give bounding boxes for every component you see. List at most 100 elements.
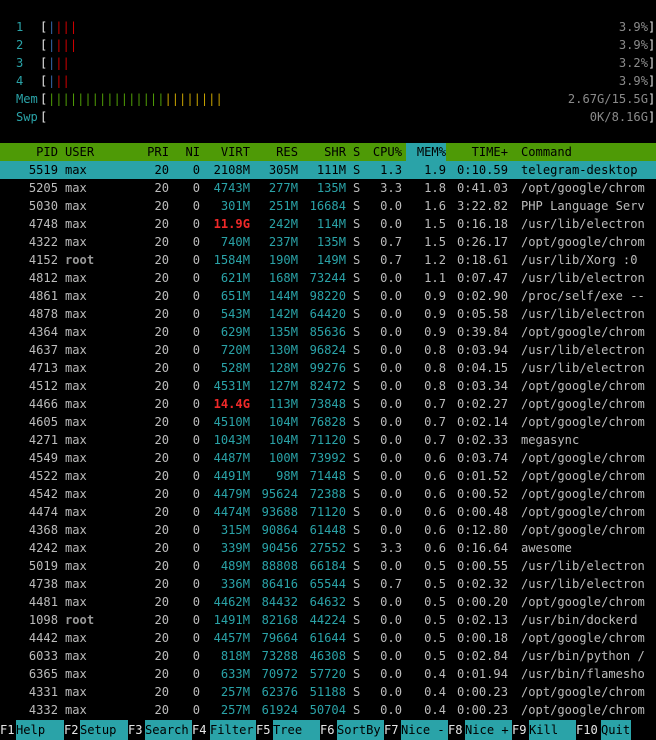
- proc-pri: 20: [154, 163, 169, 177]
- process-row[interactable]: 5205 max 20 0 4743M 277M 135M S 3.3 1.8 0:41.03/op…: [0, 179, 656, 197]
- proc-nice: 0: [192, 595, 200, 609]
- fkey-label-sortby[interactable]: SortBy: [337, 720, 384, 740]
- col-pri[interactable]: PRI: [130, 143, 169, 161]
- proc-pid: 5205: [28, 181, 58, 195]
- col-cpu[interactable]: CPU%: [362, 143, 402, 161]
- fkey-label-nice[interactable]: Nice +: [465, 720, 512, 740]
- col-command[interactable]: Command: [521, 143, 572, 161]
- process-row[interactable]: 4522 max 20 0 4491M 98M 71448 S 0.0 0.6 0:01.52/op…: [0, 467, 656, 485]
- col-shr[interactable]: SHR: [298, 143, 346, 161]
- process-row[interactable]: 4466 max 20 0 14.4G 113M 73848 S 0.0 0.7 0:02.27/o…: [0, 395, 656, 413]
- col-user[interactable]: USER: [65, 143, 94, 161]
- col-res[interactable]: RES: [250, 143, 298, 161]
- proc-cpu: 0.7: [380, 577, 402, 591]
- col-pid[interactable]: PID: [0, 143, 58, 161]
- process-row[interactable]: 5030 max 20 0 301M 251M 16684 S 0.0 1.6 3:22.82 PHP…: [0, 197, 656, 215]
- process-row[interactable]: 4738 max 20 0 336M 86416 65544 S 0.7 0.5 0:02.32/u…: [0, 575, 656, 593]
- fkey-f7[interactable]: F7: [384, 720, 399, 740]
- fkey-label-search[interactable]: Search: [145, 720, 192, 740]
- cpu-meter-percent: 3.9%: [618, 20, 648, 34]
- fkey-label-quit[interactable]: Quit: [601, 720, 631, 740]
- proc-command: telegram-desktop: [521, 163, 638, 177]
- col-ni[interactable]: NI: [170, 143, 200, 161]
- proc-virt: 4743M: [213, 181, 250, 195]
- proc-time: 0:02.84: [457, 649, 508, 663]
- process-row[interactable]: 4271 max 20 0 1043M 104M 71120 S 0.0 0.7 0:02.33 me…: [0, 431, 656, 449]
- column-header[interactable]: PID USER PRI NI VIRT RES SHR S CPU% MEM%…: [0, 143, 656, 161]
- process-row[interactable]: 4368 max 20 0 315M 90864 61448 S 0.0 0.6 0:12.80/o…: [0, 521, 656, 539]
- fkey-label-tree[interactable]: Tree: [273, 720, 320, 740]
- process-row[interactable]: 1098 root 20 0 1491M 82168 44224 S 0.0 0.5 0:02.13…: [0, 611, 656, 629]
- process-row[interactable]: 4713 max 20 0 528M 128M 99276 S 0.0 0.8 0:04.15/us…: [0, 359, 656, 377]
- fkey-f6[interactable]: F6: [320, 720, 335, 740]
- process-row[interactable]: 4322 max 20 0 740M 237M 135M S 0.7 1.5 0:26.17/opt…: [0, 233, 656, 251]
- proc-shr: 135M: [316, 235, 346, 249]
- process-row[interactable]: 4878 max 20 0 543M 142M 64420 S 0.0 0.9 0:05.58/us…: [0, 305, 656, 323]
- process-row[interactable]: 6033 max 20 0 818M 73288 46308 S 0.0 0.5 0:02.84/u…: [0, 647, 656, 665]
- process-row[interactable]: 5519 max 20 0 2108M 305M 111M S 1.3 1.9 0:10.59 tel…: [0, 161, 656, 179]
- fkey-f4[interactable]: F4: [192, 720, 207, 740]
- process-row[interactable]: 4332 max 20 0 257M 61924 50704 S 0.0 0.4 0:00.23/o…: [0, 701, 656, 719]
- proc-command: /opt/google/chrom: [521, 451, 645, 465]
- swp-meter-label: Swp: [16, 110, 38, 124]
- proc-mem: 1.2: [424, 253, 446, 267]
- process-row[interactable]: 4242 max 20 0 339M 90456 27552 S 3.3 0.6 0:16.64 aw…: [0, 539, 656, 557]
- process-row[interactable]: 4637 max 20 0 720M 130M 96824 S 0.0 0.8 0:03.94/us…: [0, 341, 656, 359]
- process-row[interactable]: 4605 max 20 0 4510M 104M 76828 S 0.0 0.7 0:02.14/o…: [0, 413, 656, 431]
- proc-time: 0:03.34: [457, 379, 508, 393]
- fkey-label-setup[interactable]: Setup: [80, 720, 128, 740]
- process-row[interactable]: 4474 max 20 0 4474M 93688 71120 S 0.0 0.6 0:00.48 /…: [0, 503, 656, 521]
- process-row[interactable]: 4512 max 20 0 4531M 127M 82472 S 0.0 0.8 0:03.34/o…: [0, 377, 656, 395]
- col-mem-sorted[interactable]: MEM%: [406, 143, 446, 161]
- fkey-label-kill[interactable]: Kill: [529, 720, 576, 740]
- proc-state: S: [353, 487, 361, 501]
- process-row[interactable]: 4549 max 20 0 4487M 100M 73992 S 0.0 0.6 0:03.74/o…: [0, 449, 656, 467]
- proc-state: S: [353, 289, 361, 303]
- proc-user: max: [65, 631, 87, 645]
- process-row[interactable]: 4364 max 20 0 629M 135M 85636 S 0.0 0.9 0:39.84/op…: [0, 323, 656, 341]
- proc-command: /usr/lib/electron: [521, 271, 645, 285]
- process-row[interactable]: 5019 max 20 0 489M 88808 66184 S 0.0 0.5 0:00.55/u…: [0, 557, 656, 575]
- proc-virt: 257M: [220, 703, 250, 717]
- process-row[interactable]: 4812 max 20 0 621M 168M 73244 S 0.0 1.1 0:07.47/us…: [0, 269, 656, 287]
- cpu-meter-percent: 3.9%: [618, 38, 648, 52]
- col-state[interactable]: S: [353, 143, 360, 161]
- proc-state: S: [353, 361, 361, 375]
- process-row[interactable]: 4331 max 20 0 257M 62376 51188 S 0.0 0.4 0:00.23/o…: [0, 683, 656, 701]
- fkey-label-help[interactable]: Help: [16, 720, 64, 740]
- process-row[interactable]: 4861 max 20 0 651M 144M 98220 S 0.0 0.9 0:02.90/pr…: [0, 287, 656, 305]
- col-time[interactable]: TIME+: [446, 143, 508, 161]
- col-virt[interactable]: VIRT: [200, 143, 250, 161]
- process-row[interactable]: 6365 max 20 0 633M 70972 57720 S 0.0 0.4 0:01.94/u…: [0, 665, 656, 683]
- proc-virt: 4457M: [213, 631, 250, 645]
- proc-res: 237M: [268, 235, 298, 249]
- process-row[interactable]: 4481 max 20 0 4462M 84432 64632 S 0.0 0.5 0:00.20 /…: [0, 593, 656, 611]
- proc-res: 190M: [268, 253, 298, 267]
- proc-time: 0:00.20: [457, 595, 508, 609]
- fkey-label-filter[interactable]: Filter: [210, 720, 256, 740]
- fkey-f8[interactable]: F8: [448, 720, 463, 740]
- proc-virt: 4491M: [213, 469, 250, 483]
- meter-bracket-close: ]: [648, 56, 656, 70]
- fkey-f2[interactable]: F2: [64, 720, 79, 740]
- fkey-f5[interactable]: F5: [256, 720, 271, 740]
- cpu-normal-bar: |||: [55, 20, 78, 34]
- process-row[interactable]: 4748 max 20 0 11.9G 242M 114M S 0.0 1.5 0:16.18/us…: [0, 215, 656, 233]
- proc-pid: 4152: [28, 253, 58, 267]
- fkey-f3[interactable]: F3: [128, 720, 143, 740]
- process-row[interactable]: 4542 max 20 0 4479M 95624 72388 S 0.0 0.6 0:00.52 /…: [0, 485, 656, 503]
- process-row[interactable]: 4152 root 20 0 1584M 190M 149M S 0.7 1.2 0:18.61/u…: [0, 251, 656, 269]
- proc-cpu: 0.0: [380, 523, 402, 537]
- fkey-label-nice[interactable]: Nice -: [401, 720, 448, 740]
- fkey-f1[interactable]: F1: [0, 720, 15, 740]
- proc-user: max: [65, 703, 87, 717]
- process-row[interactable]: 4442 max 20 0 4457M 79664 61644 S 0.0 0.5 0:00.18 /…: [0, 629, 656, 647]
- cpu-usage-bar: |||: [48, 72, 70, 90]
- proc-nice: 0: [192, 523, 200, 537]
- cpu-meter-label: 1: [16, 20, 24, 34]
- proc-pid: 4549: [28, 451, 58, 465]
- fkey-f10[interactable]: F10: [576, 720, 598, 740]
- meter-bracket-open: [: [40, 20, 48, 34]
- proc-time: 0:00.52: [457, 487, 508, 501]
- fkey-f9[interactable]: F9: [512, 720, 527, 740]
